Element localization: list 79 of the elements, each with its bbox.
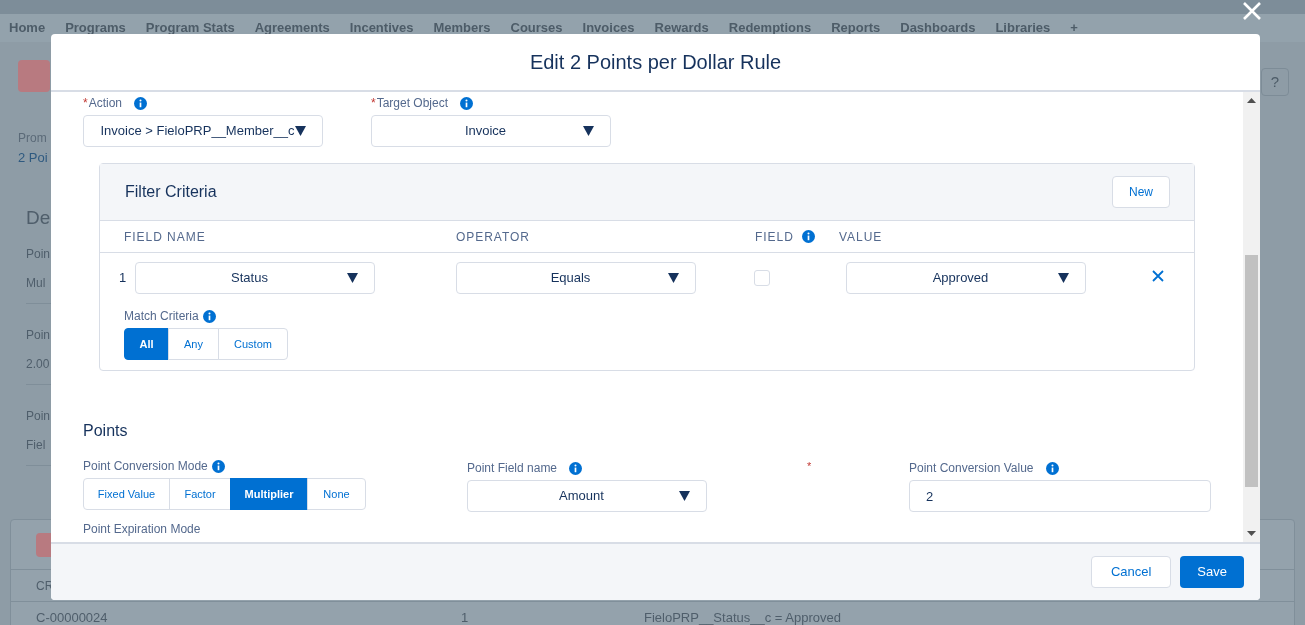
select-field[interactable]: Status	[135, 262, 375, 294]
segmented-option[interactable]: Any	[168, 328, 219, 360]
scroll-up-icon[interactable]	[1247, 98, 1256, 103]
table-cell-text: C-00000024	[36, 608, 109, 625]
nav-tab[interactable]: Members	[433, 18, 491, 38]
nav-tab[interactable]: Courses	[510, 18, 563, 38]
field-label: Point Conversion Mode	[83, 458, 208, 475]
column-header: FIELD NAME	[124, 228, 206, 246]
input-field[interactable]: 2	[909, 480, 1211, 512]
segmented-option[interactable]: Multiplier	[230, 478, 308, 510]
cancel-button[interactable]: Cancel	[1090, 556, 1172, 588]
info-icon	[211, 459, 225, 473]
nav-tab[interactable]: Agreements	[254, 18, 330, 38]
nav-tab[interactable]: Programs	[65, 18, 126, 38]
table-cell-text: 1	[461, 608, 470, 625]
segmented-option[interactable]: Fixed Value	[83, 478, 170, 510]
scroll-down-icon[interactable]	[1247, 531, 1256, 536]
nav-tab[interactable]: Rewards	[654, 18, 709, 38]
caret-down-icon	[1058, 273, 1069, 283]
segmented-option[interactable]: Custom	[218, 328, 288, 360]
required-mark: *	[807, 459, 813, 474]
field-label: *Target Object	[371, 95, 449, 112]
segmented-option[interactable]: Factor	[169, 478, 231, 510]
field-label: Poin	[26, 247, 51, 261]
select-field[interactable]: Equals	[456, 262, 696, 294]
nav-tab[interactable]: Libraries	[995, 18, 1051, 38]
nav-tab[interactable]: Reports	[831, 18, 881, 38]
field-value: 2.00	[26, 357, 50, 371]
segmented-option[interactable]: None	[307, 478, 366, 510]
info-icon	[1045, 461, 1059, 475]
caret-down-icon	[679, 491, 690, 501]
caret-down-icon	[347, 273, 358, 283]
caret-down-icon	[583, 126, 594, 136]
info-icon	[134, 96, 148, 110]
nav-tab[interactable]: Program Stats	[145, 18, 235, 38]
info-icon	[460, 96, 474, 110]
field-label: Point Field name	[467, 460, 558, 477]
field-label: *Action	[83, 95, 123, 112]
nav-tab[interactable]: Invoices	[582, 18, 635, 38]
info-icon	[569, 461, 583, 475]
nav-tab[interactable]: +	[1070, 18, 1078, 38]
new-button[interactable]: New	[1112, 176, 1170, 208]
remove-icon[interactable]	[1152, 270, 1164, 282]
info-icon	[202, 309, 216, 323]
section-title: De	[26, 207, 51, 229]
nav-tab[interactable]: Incentives	[349, 18, 414, 38]
segmented-option[interactable]: All	[124, 328, 169, 360]
column-header: OPERATOR	[456, 228, 530, 246]
field-value: Fiel	[26, 438, 46, 452]
field-value: Mul	[26, 276, 46, 290]
checkbox[interactable]	[754, 270, 770, 286]
modal-title: Edit 2 Points per Dollar Rule	[529, 50, 782, 75]
scrollbar[interactable]	[1243, 92, 1260, 542]
row-number: 1	[118, 269, 128, 288]
select-field[interactable]: Amount	[467, 480, 707, 512]
info-icon	[801, 230, 815, 243]
field-label: Point Conversion Value	[909, 460, 1034, 477]
save-button[interactable]: Save	[1180, 556, 1244, 588]
field-label: Point Expiration Mode	[83, 521, 202, 538]
record-link[interactable]: 2 Poi	[18, 150, 48, 165]
field-label: Poin	[26, 328, 51, 342]
select-field[interactable]: Approved	[846, 262, 1086, 294]
record-icon	[18, 60, 50, 92]
close-icon[interactable]	[1240, 0, 1264, 22]
column-header: FIELD	[755, 228, 794, 246]
select-field[interactable]: Invoice	[371, 115, 611, 147]
nav-tab[interactable]: Home	[9, 18, 46, 38]
caret-down-icon	[668, 273, 679, 283]
section-heading: Points	[83, 421, 129, 441]
card-title: Filter Criteria	[125, 182, 217, 202]
help-button[interactable]: ?	[1261, 68, 1289, 96]
nav-tab[interactable]: Dashboards	[900, 18, 976, 38]
field-label: Poin	[26, 409, 51, 423]
select-field[interactable]: Invoice > FieloPRP__Member__c	[83, 115, 323, 147]
caret-down-icon	[295, 126, 306, 136]
nav-tab[interactable]: Redemptions	[728, 18, 812, 38]
field-label: Match Criteria	[124, 308, 199, 325]
column-header: VALUE	[839, 228, 883, 246]
table-cell-text: FieloPRP__Status__c = Approved	[644, 608, 841, 625]
